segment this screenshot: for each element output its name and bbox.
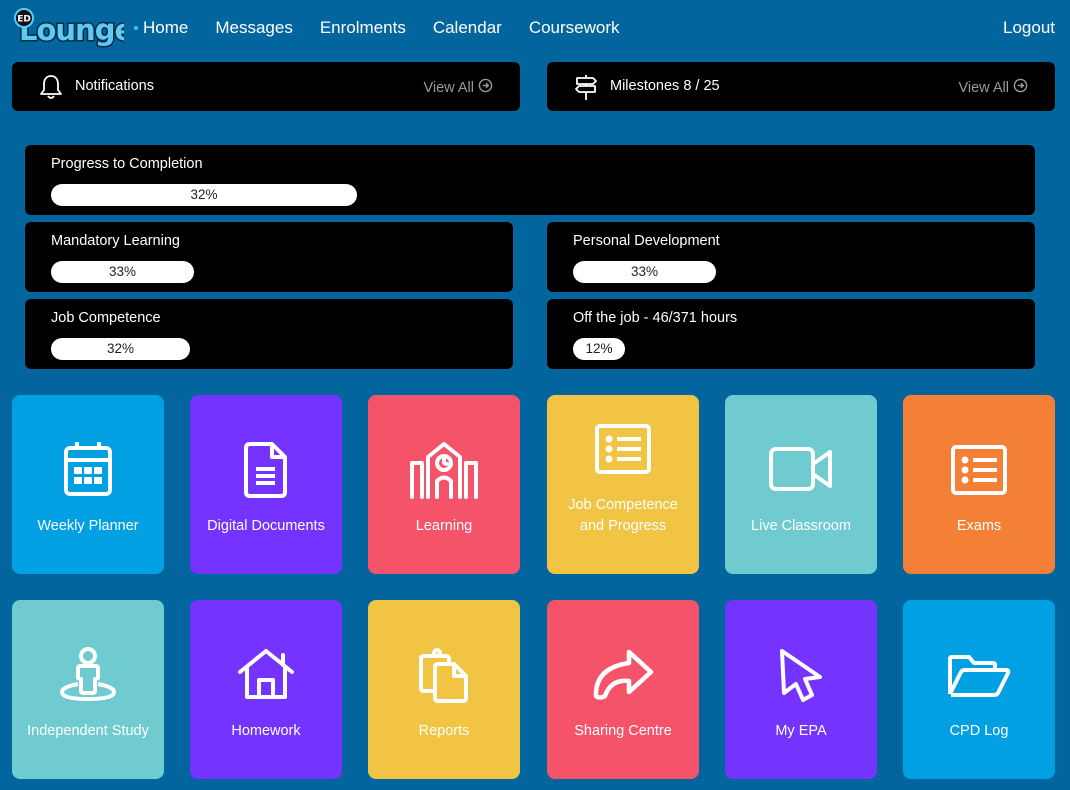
tile-label: My EPA bbox=[775, 723, 827, 739]
nav-messages-label: Messages bbox=[215, 18, 293, 37]
progress-bar: 33% bbox=[573, 261, 716, 283]
tile-exams[interactable]: Exams bbox=[903, 395, 1055, 574]
tile-live-classroom[interactable]: Live Classroom bbox=[725, 395, 877, 574]
tile-label: Sharing Centre bbox=[574, 723, 672, 739]
nav-coursework[interactable]: Coursework bbox=[529, 18, 620, 38]
logo-small-text: ED bbox=[17, 15, 31, 25]
view-all-label: View All bbox=[958, 79, 1009, 96]
logout-link[interactable]: Logout bbox=[1003, 18, 1055, 38]
progress-bar: 12% bbox=[573, 338, 625, 360]
progress-bar: 32% bbox=[51, 338, 190, 360]
edlounge-logo[interactable]: Lounge ED bbox=[10, 8, 136, 49]
tile-label-line2: and Progress bbox=[579, 518, 667, 534]
milestones-view-all[interactable]: View All bbox=[958, 78, 1028, 97]
progress-title: Progress to Completion bbox=[51, 156, 203, 172]
tile-label: Learning bbox=[415, 518, 473, 534]
progress-title: Mandatory Learning bbox=[51, 233, 180, 249]
progress-value: 12% bbox=[585, 341, 613, 356]
mandatory-learning-card: Mandatory Learning 33% bbox=[25, 222, 513, 292]
progress-to-completion-card: Progress to Completion 32% bbox=[25, 145, 1035, 215]
nav-calendar-label: Calendar bbox=[432, 18, 502, 37]
milestones-panel: Milestones 8 / 25 View All bbox=[547, 62, 1055, 111]
tile-label: Weekly Planner bbox=[37, 518, 139, 534]
calendar-icon bbox=[63, 440, 113, 503]
notifications-view-all[interactable]: View All bbox=[423, 78, 493, 97]
top-navbar: Lounge ED Home Messages Enrolments Calen… bbox=[0, 0, 1070, 58]
tile-label: Job Competence and Progress bbox=[547, 495, 699, 537]
nav-enrolments[interactable]: Enrolments bbox=[320, 18, 406, 38]
off-the-job-card: Off the job - 46/371 hours 12% bbox=[547, 299, 1035, 369]
bell-icon bbox=[37, 73, 65, 101]
folder-open-icon bbox=[947, 654, 1011, 703]
house-icon bbox=[237, 648, 295, 705]
tile-my-epa[interactable]: My EPA bbox=[725, 600, 877, 779]
cursor-pointer-icon bbox=[778, 647, 824, 710]
progress-title: Job Competence bbox=[51, 310, 161, 326]
tile-label: Exams bbox=[956, 518, 1002, 534]
progress-value: 33% bbox=[630, 264, 659, 279]
arrow-circle-right-icon bbox=[1009, 78, 1028, 97]
progress-bar: 33% bbox=[51, 261, 194, 283]
document-icon bbox=[244, 441, 288, 504]
tile-label: Digital Documents bbox=[207, 518, 325, 534]
view-all-label: View All bbox=[423, 79, 474, 96]
tile-label-line1: Job Competence bbox=[568, 497, 678, 513]
tile-label: CPD Log bbox=[949, 723, 1009, 739]
progress-value: 33% bbox=[108, 264, 137, 279]
progress-bar: 32% bbox=[51, 184, 357, 206]
nav-messages[interactable]: Messages bbox=[215, 18, 292, 38]
signpost-icon bbox=[572, 73, 600, 101]
tile-label: Independent Study bbox=[27, 723, 149, 739]
active-indicator bbox=[134, 26, 138, 30]
tile-independent-study[interactable]: Independent Study bbox=[12, 600, 164, 779]
clipboard-copy-icon bbox=[419, 648, 469, 709]
tile-cpd-log[interactable]: CPD Log bbox=[903, 600, 1055, 779]
personal-development-card: Personal Development 33% bbox=[547, 222, 1035, 292]
main-nav: Home Messages Enrolments Calendar Course… bbox=[134, 18, 647, 38]
nav-calendar[interactable]: Calendar bbox=[433, 18, 502, 38]
nav-home[interactable]: Home bbox=[134, 18, 188, 38]
progress-title: Personal Development bbox=[573, 233, 720, 249]
tile-label: Live Classroom bbox=[751, 518, 851, 534]
list-icon bbox=[595, 424, 651, 479]
tile-homework[interactable]: Homework bbox=[190, 600, 342, 779]
video-camera-icon bbox=[769, 446, 833, 497]
notifications-panel: Notifications View All bbox=[12, 62, 520, 111]
tile-learning[interactable]: Learning bbox=[368, 395, 520, 574]
person-icon bbox=[59, 646, 117, 709]
tile-digital-documents[interactable]: Digital Documents bbox=[190, 395, 342, 574]
tile-sharing-centre[interactable]: Sharing Centre bbox=[547, 600, 699, 779]
arrow-circle-right-icon bbox=[474, 78, 493, 97]
milestones-title: Milestones 8 / 25 bbox=[610, 78, 720, 94]
progress-title: Off the job - 46/371 hours bbox=[573, 310, 738, 326]
tile-label: Homework bbox=[231, 723, 301, 739]
tile-reports[interactable]: Reports bbox=[368, 600, 520, 779]
tile-weekly-planner[interactable]: Weekly Planner bbox=[12, 395, 164, 574]
nav-enrolments-label: Enrolments bbox=[319, 18, 406, 37]
progress-value: 32% bbox=[190, 187, 218, 202]
progress-value: 32% bbox=[106, 341, 135, 356]
list-icon bbox=[951, 445, 1007, 500]
job-competence-card: Job Competence 32% bbox=[25, 299, 513, 369]
tile-label: Reports bbox=[418, 723, 470, 739]
share-arrow-icon bbox=[591, 648, 655, 707]
nav-home-label: Home bbox=[143, 18, 189, 37]
notifications-title: Notifications bbox=[75, 78, 154, 94]
logo-text: Lounge bbox=[19, 13, 124, 47]
nav-coursework-label: Coursework bbox=[528, 18, 620, 37]
tile-job-competence-progress[interactable]: Job Competence and Progress bbox=[547, 395, 699, 574]
school-icon bbox=[409, 441, 479, 504]
